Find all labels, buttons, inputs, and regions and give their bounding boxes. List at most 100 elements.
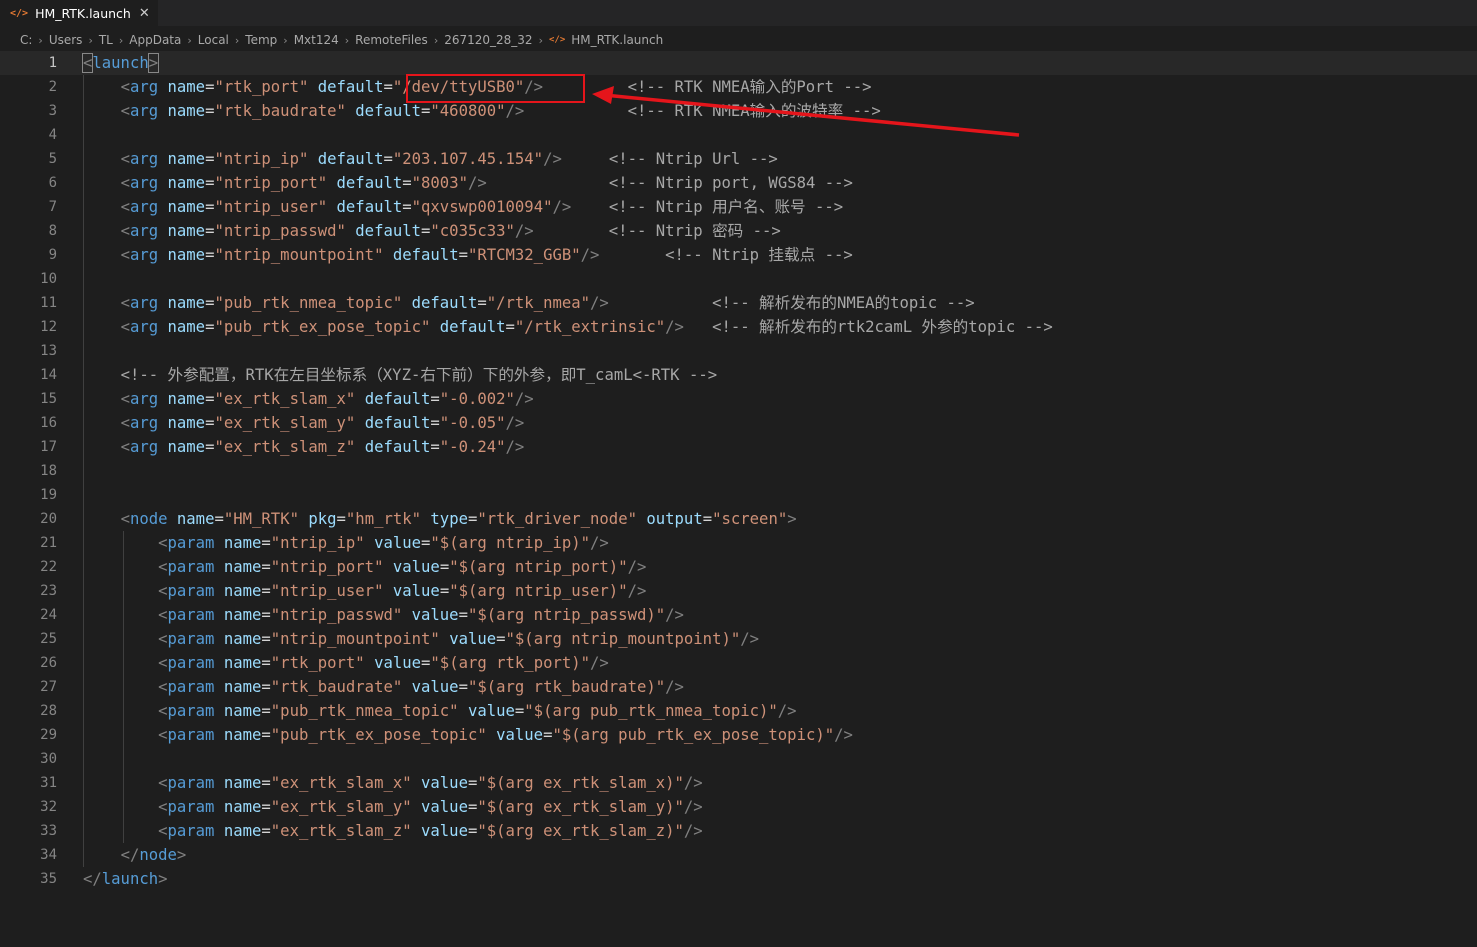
code-line[interactable]: 13 (0, 339, 1477, 363)
code-line[interactable]: 3 <arg name="rtk_baudrate" default="4608… (0, 99, 1477, 123)
line-number: 28 (40, 703, 57, 719)
code-line[interactable]: 35 </launch> (0, 867, 1477, 891)
code-text: </node> (120, 846, 187, 864)
line-number: 27 (40, 679, 57, 695)
line-number: 33 (40, 823, 57, 839)
close-icon[interactable]: ✕ (139, 6, 150, 21)
code-text: <arg name="ntrip_mountpoint" default="RT… (120, 246, 853, 264)
tab-label: HM_RTK.launch (35, 5, 131, 21)
code-text: <arg name="ntrip_port" default="8003"/> … (120, 174, 853, 192)
code-line[interactable]: 24 <param name="ntrip_passwd" value="$(a… (0, 603, 1477, 627)
code-line[interactable]: 11 <arg name="pub_rtk_nmea_topic" defaul… (0, 291, 1477, 315)
chevron-right-icon: › (538, 33, 543, 47)
line-number: 10 (40, 271, 57, 287)
code-line[interactable]: 33 <param name="ex_rtk_slam_z" value="$(… (0, 819, 1477, 843)
code-text: <param name="rtk_baudrate" value="$(arg … (158, 678, 684, 696)
code-text: <arg name="pub_rtk_ex_pose_topic" defaul… (120, 318, 1053, 336)
code-text: <param name="pub_rtk_ex_pose_topic" valu… (158, 726, 853, 744)
code-editor[interactable]: 1 <launch> 2 <arg name="rtk_port" default=… (0, 51, 1477, 947)
code-line[interactable]: 34 </node> (0, 843, 1477, 867)
code-line[interactable]: 25 <param name="ntrip_mountpoint" value=… (0, 627, 1477, 651)
breadcrumb-item[interactable]: TL (99, 33, 113, 47)
line-number: 32 (40, 799, 57, 815)
chevron-right-icon: › (88, 33, 93, 47)
code-line[interactable]: 5 <arg name="ntrip_ip" default="203.107.… (0, 147, 1477, 171)
code-line[interactable]: 20 <node name="HM_RTK" pkg="hm_rtk" type… (0, 507, 1477, 531)
line-number: 19 (40, 487, 57, 503)
breadcrumb-item[interactable]: AppData (129, 33, 181, 47)
code-line[interactable]: 32 <param name="ex_rtk_slam_y" value="$(… (0, 795, 1477, 819)
code-line[interactable]: 7 <arg name="ntrip_user" default="qxvswp… (0, 195, 1477, 219)
breadcrumb-item[interactable]: Temp (245, 33, 277, 47)
code-text: <param name="ex_rtk_slam_y" value="$(arg… (158, 798, 703, 816)
code-line[interactable]: 16 <arg name="ex_rtk_slam_y" default="-0… (0, 411, 1477, 435)
line-number: 7 (48, 199, 57, 215)
code-text: <node name="HM_RTK" pkg="hm_rtk" type="r… (120, 510, 797, 528)
tab-hm-rtk-launch[interactable]: </> HM_RTK.launch ✕ (0, 0, 158, 26)
line-number: 29 (40, 727, 57, 743)
line-number: 17 (40, 439, 57, 455)
breadcrumb-item[interactable]: 267120_28_32 (444, 33, 532, 47)
code-line[interactable]: 30 (0, 747, 1477, 771)
code-text: <arg name="ex_rtk_slam_x" default="-0.00… (120, 390, 534, 408)
line-number: 24 (40, 607, 57, 623)
breadcrumb-item[interactable]: HM_RTK.launch (571, 33, 663, 47)
line-number: 18 (40, 463, 57, 479)
code-text: <arg name="ex_rtk_slam_z" default="-0.24… (120, 438, 525, 456)
xml-file-icon: </> (548, 35, 566, 45)
breadcrumb: C: › Users › TL › AppData › Local › Temp › Mxt124 › Re… (0, 28, 1477, 52)
line-number: 9 (48, 247, 57, 263)
breadcrumb-item[interactable]: C: (20, 33, 32, 47)
code-text: <param name="pub_rtk_nmea_topic" value="… (158, 702, 797, 720)
line-number: 13 (40, 343, 57, 359)
line-number: 11 (40, 295, 57, 311)
code-line[interactable]: 15 <arg name="ex_rtk_slam_x" default="-0… (0, 387, 1477, 411)
line-number: 16 (40, 415, 57, 431)
line-number: 6 (48, 175, 57, 191)
code-line[interactable]: 12 <arg name="pub_rtk_ex_pose_topic" def… (0, 315, 1477, 339)
code-text: <arg name="ntrip_passwd" default="c035c3… (120, 222, 781, 240)
chevron-right-icon: › (187, 33, 192, 47)
code-line[interactable]: 1 <launch> (0, 51, 1477, 75)
code-line[interactable]: 23 <param name="ntrip_user" value="$(arg… (0, 579, 1477, 603)
line-number: 31 (40, 775, 57, 791)
code-line[interactable]: 18 (0, 459, 1477, 483)
line-number: 34 (40, 847, 57, 863)
line-number: 1 (48, 55, 57, 71)
chevron-right-icon: › (283, 33, 288, 47)
code-line[interactable]: 8 <arg name="ntrip_passwd" default="c035… (0, 219, 1477, 243)
breadcrumb-item[interactable]: Local (198, 33, 229, 47)
line-number: 4 (48, 127, 57, 143)
breadcrumb-item[interactable]: Mxt124 (294, 33, 339, 47)
code-line[interactable]: 22 <param name="ntrip_port" value="$(arg… (0, 555, 1477, 579)
breadcrumb-item[interactable]: Users (49, 33, 83, 47)
code-text: <arg name="ntrip_user" default="qxvswp00… (120, 198, 844, 216)
breadcrumb-item[interactable]: RemoteFiles (355, 33, 428, 47)
code-line[interactable]: 14 <!-- 外参配置，RTK在左目坐标系（XYZ-右下前）下的外参，即T_c… (0, 363, 1477, 387)
annotation-highlight-box (406, 74, 585, 103)
line-number: 8 (48, 223, 57, 239)
code-line[interactable]: 28 <param name="pub_rtk_nmea_topic" valu… (0, 699, 1477, 723)
code-text: <arg name="pub_rtk_nmea_topic" default="… (120, 294, 975, 312)
line-number: 2 (48, 79, 57, 95)
code-line[interactable]: 27 <param name="rtk_baudrate" value="$(a… (0, 675, 1477, 699)
tab-bar: </> HM_RTK.launch ✕ (0, 0, 1477, 26)
code-line[interactable]: 10 (0, 267, 1477, 291)
code-line[interactable]: 4 (0, 123, 1477, 147)
line-number: 15 (40, 391, 57, 407)
code-text: </launch> (83, 870, 168, 888)
code-line[interactable]: 2 <arg name="rtk_port" default="/dev/tty… (0, 75, 1477, 99)
code-line[interactable]: 17 <arg name="ex_rtk_slam_z" default="-0… (0, 435, 1477, 459)
chevron-right-icon: › (234, 33, 240, 47)
code-line[interactable]: 31 <param name="ex_rtk_slam_x" value="$(… (0, 771, 1477, 795)
code-line[interactable]: 21 <param name="ntrip_ip" value="$(arg n… (0, 531, 1477, 555)
line-number: 3 (48, 103, 57, 119)
code-line[interactable]: 29 <param name="pub_rtk_ex_pose_topic" v… (0, 723, 1477, 747)
code-line[interactable]: 9 <arg name="ntrip_mountpoint" default="… (0, 243, 1477, 267)
code-line[interactable]: 6 <arg name="ntrip_port" default="8003"/… (0, 171, 1477, 195)
code-line[interactable]: 19 (0, 483, 1477, 507)
code-line[interactable]: 26 <param name="rtk_port" value="$(arg r… (0, 651, 1477, 675)
code-text: <param name="ntrip_passwd" value="$(arg … (158, 606, 684, 624)
xml-file-icon: </> (10, 7, 29, 19)
code-text: <!-- 外参配置，RTK在左目坐标系（XYZ-右下前）下的外参，即T_camL… (120, 366, 718, 384)
